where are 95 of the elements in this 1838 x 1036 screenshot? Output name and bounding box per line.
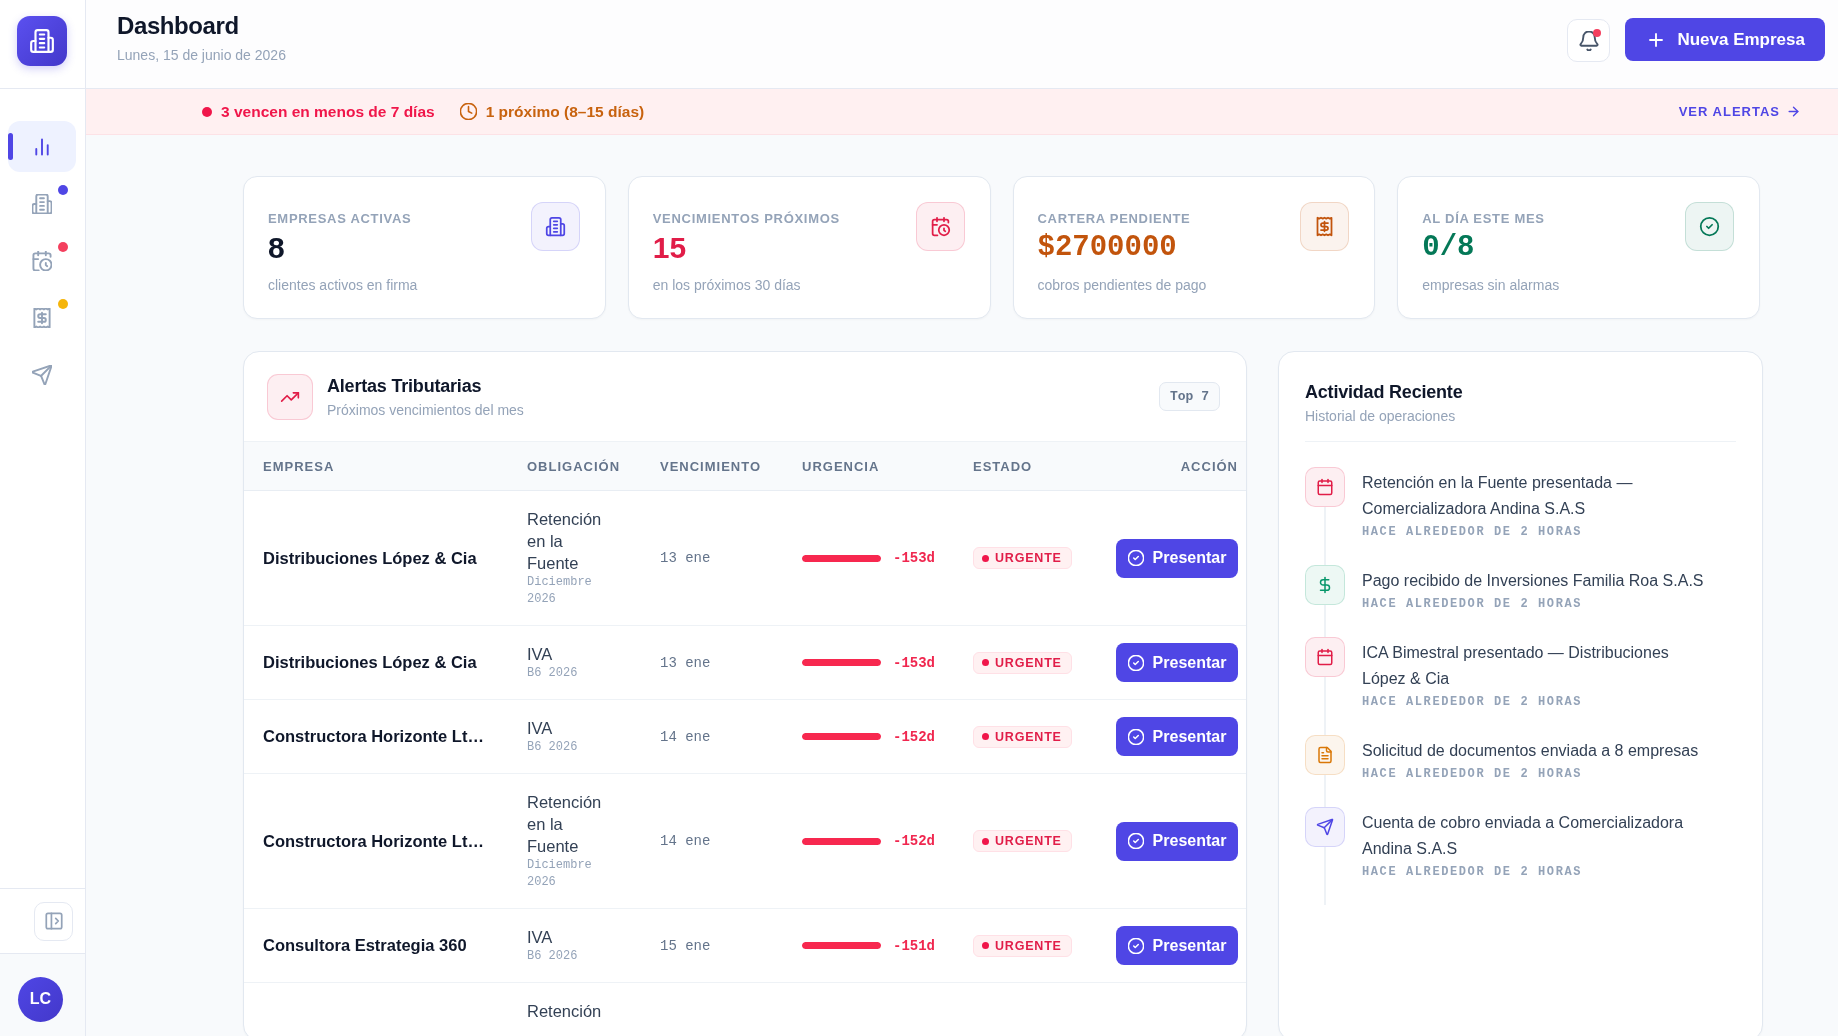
obligation-name: IVA (527, 927, 554, 948)
period-text: Diciembre 2026 (527, 857, 593, 891)
company-name: Distribuciones López & Cia (263, 653, 477, 672)
obligation-name: Retención en la Fuente (527, 509, 603, 574)
obligation-name: Retención en la Fuente (527, 792, 603, 857)
activity-time: HACE ALREDEDOR DE 2 HORAS (1362, 597, 1583, 611)
company-name: Constructora Horizonte Lt… (263, 831, 484, 851)
column-header: URGENCIA (802, 458, 880, 474)
submit-button[interactable]: Presentar (1116, 643, 1238, 682)
obligation-name: IVA (527, 644, 554, 665)
urgency-reading: -152d (893, 833, 935, 849)
period-text: B6 2026 (527, 665, 579, 682)
company-name: Consultora Estrategia 360 (263, 936, 467, 955)
activity-time: HACE ALREDEDOR DE 2 HORAS (1362, 767, 1583, 781)
column-header: OBLIGACIÓN (527, 458, 621, 474)
due-date: 14 ene (660, 728, 711, 745)
status-dot-icon (982, 942, 989, 949)
activity-text: Retención en la Fuente presentada — Comercializadora Andina S.A.S (1362, 473, 1634, 519)
period-text: B6 2026 (527, 739, 579, 756)
stat-value: 0/8 (1422, 231, 1475, 265)
ranking-label: Top 7 (1159, 382, 1220, 411)
submit-button[interactable]: Presentar (1116, 926, 1238, 965)
calendar-clock-icon (32, 250, 52, 271)
period-text: B6 2026 (527, 948, 579, 965)
nav-item[interactable] (8, 121, 76, 172)
sidebar-toggle-button[interactable] (34, 901, 73, 941)
company-name: Distribuciones López & Cia (263, 548, 477, 568)
card-subtitle: Historial de operaciones (1305, 407, 1456, 425)
date-text: Lunes, 15 de junio de 2026 (117, 46, 286, 64)
page-title: Dashboard (117, 12, 239, 40)
card-title: Actividad Reciente (1305, 381, 1463, 403)
trend-up-icon (267, 373, 313, 420)
stat-label: VENCIMIENTOS PRÓXIMOS (652, 211, 840, 227)
column-header: VENCIMIENTO (660, 458, 762, 474)
activity-text: ICA Bimestral presentado — Distribuciones López & Cia (1362, 643, 1670, 689)
due-date: 13 ene (660, 550, 711, 566)
stat-value: 15 (652, 231, 687, 265)
stat-caption: clientes activos en firma (268, 276, 418, 294)
status-label: URGENTE (995, 834, 1062, 848)
stat-caption: en los próximos 30 días (652, 276, 801, 294)
notifications-button[interactable] (1567, 19, 1611, 62)
due-date: 14 ene (660, 833, 711, 849)
status-dot-icon (982, 733, 989, 740)
urgency-reading: -152d (893, 728, 935, 745)
activity-text: Pago recibido de Inversiones Familia Roa S.A.S (1362, 571, 1704, 591)
status-label: URGENTE (995, 655, 1062, 670)
building-logo-icon[interactable] (17, 16, 67, 66)
submit-button[interactable]: Presentar (1116, 538, 1238, 578)
urgency-reading: -153d (893, 550, 935, 566)
alert-text: 1 próximo (8–15 días) (485, 102, 645, 121)
submit-button[interactable]: Presentar (1116, 821, 1238, 861)
stat-value: $2700000 (1037, 231, 1177, 265)
panel-toggle-icon (44, 912, 63, 930)
receipt-icon (32, 307, 52, 328)
stat-label: EMPRESAS ACTIVAS (268, 211, 412, 227)
card-title: Alertas Tributarias (327, 374, 482, 397)
activity-time: HACE ALREDEDOR DE 2 HORAS (1362, 525, 1583, 539)
column-header: ESTADO (973, 458, 1033, 474)
due-date: 13 ene (660, 654, 711, 671)
status-dot-icon (982, 659, 989, 666)
clock-icon (459, 103, 477, 120)
activity-text: Cuenta de cobro enviada a Comercializadora Andina S.A.S (1362, 813, 1685, 859)
send-icon (32, 364, 52, 385)
column-header: ACCIÓN (1180, 458, 1238, 474)
status-label: URGENTE (995, 729, 1062, 744)
activity-text: Solicitud de documentos enviada a 8 empresas (1362, 741, 1699, 761)
obligation-name: Retención (527, 1001, 603, 1022)
stat-label: CARTERA PENDIENTE (1037, 211, 1191, 227)
stat-label: AL DÍA ESTE MES (1422, 211, 1545, 227)
activity-time: HACE ALREDEDOR DE 2 HORAS (1362, 695, 1583, 709)
plus-icon (1647, 30, 1666, 49)
stat-caption: cobros pendientes de pago (1037, 276, 1207, 294)
period-text: Diciembre 2026 (527, 574, 593, 608)
status-dot-icon (982, 837, 989, 845)
user-avatar[interactable]: LC (18, 976, 63, 1022)
building-icon (32, 193, 52, 214)
stat-caption: empresas sin alarmas (1422, 276, 1560, 294)
due-date: 15 ene (660, 937, 711, 954)
obligation-name: IVA (527, 718, 554, 739)
bar-chart-icon (32, 136, 52, 157)
alert-text: 3 vencen en menos de 7 días (221, 102, 435, 121)
status-label: URGENTE (995, 938, 1062, 953)
activity-time: HACE ALREDEDOR DE 2 HORAS (1362, 865, 1583, 879)
new-company-button[interactable]: Nueva Empresa (1625, 18, 1825, 61)
stat-value: 8 (268, 231, 285, 265)
view-alerts-link[interactable]: VER ALERTAS (1678, 104, 1800, 119)
bell-icon (1578, 30, 1599, 51)
submit-button[interactable]: Presentar (1116, 717, 1238, 756)
urgency-reading: -153d (893, 654, 935, 671)
status-dot-icon (982, 554, 989, 562)
card-subtitle: Próximos vencimientos del mes (327, 400, 524, 419)
status-label: URGENTE (995, 551, 1062, 565)
company-name: Constructora Horizonte Lt… (263, 727, 484, 746)
urgency-reading: -151d (893, 937, 935, 954)
column-header: EMPRESA (263, 458, 335, 474)
